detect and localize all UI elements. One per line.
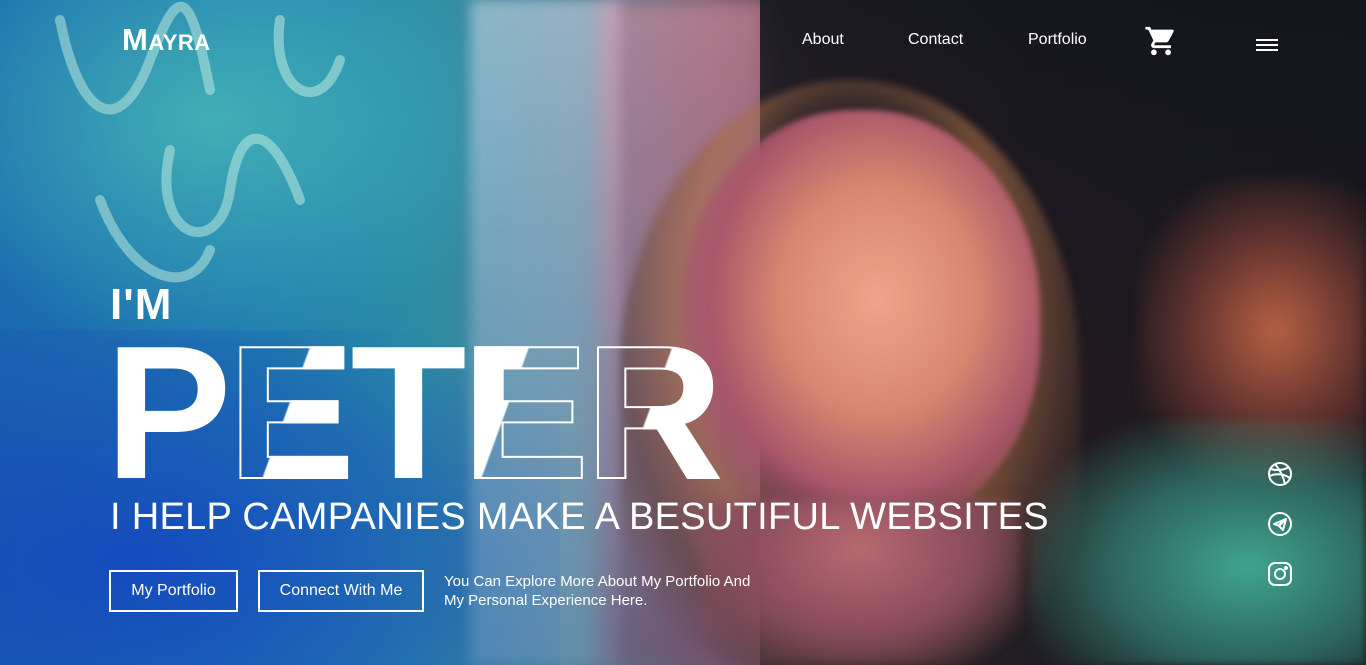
hero-name-letter: E (227, 307, 356, 519)
connect-with-me-button[interactable]: Connect With Me (258, 570, 424, 612)
nav-link-portfolio[interactable]: Portfolio (1028, 31, 1087, 49)
hero-name: PETER (105, 317, 723, 509)
site-logo[interactable]: Mayra (122, 22, 211, 58)
dribbble-icon[interactable] (1267, 461, 1293, 487)
hero-name-letter: E (462, 307, 591, 519)
hero-name-letter: R (584, 307, 723, 519)
hero-tagline: I HELP CAMPANIES MAKE A BESUTIFUL WEBSIT… (110, 496, 1049, 538)
instagram-icon[interactable] (1267, 561, 1293, 587)
cart-icon[interactable] (1144, 24, 1178, 58)
hero-name-letter: P (105, 307, 232, 519)
hero-description-line-1: You Can Explore More About My Portfolio … (444, 573, 751, 590)
my-portfolio-button[interactable]: My Portfolio (109, 570, 238, 612)
nav-link-contact[interactable]: Contact (908, 31, 963, 49)
hero-name-letter: T (350, 307, 466, 519)
hero-description-line-2: My Personal Experience Here. (444, 592, 648, 609)
telegram-icon[interactable] (1267, 511, 1293, 537)
nav-link-about[interactable]: About (802, 31, 844, 49)
hero-description: You Can Explore More About My Portfolio … (444, 572, 784, 610)
hamburger-menu-icon[interactable] (1256, 39, 1278, 55)
site-header: Mayra About Contact Portfolio (0, 0, 1366, 80)
